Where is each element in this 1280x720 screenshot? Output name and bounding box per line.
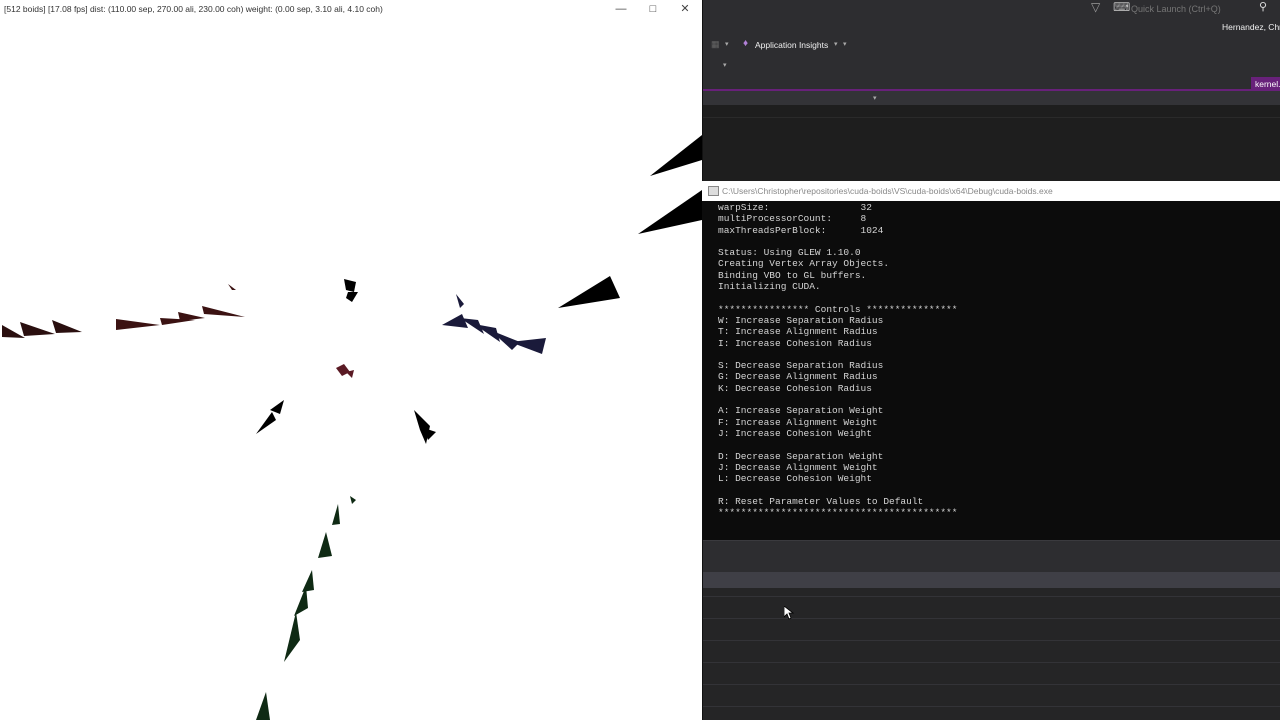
boid-flock-green	[256, 496, 356, 720]
filter-icon[interactable]: ▽	[1091, 0, 1100, 14]
console-line: F: Increase Alignment Weight	[718, 416, 878, 428]
boid	[270, 400, 284, 414]
toolbar-icon[interactable]: ▦	[711, 39, 720, 50]
user-account[interactable]: Hernandez, Chr	[1222, 22, 1280, 32]
boid	[116, 319, 160, 330]
application-insights-label[interactable]: Application Insights	[755, 40, 828, 50]
console-line: D: Decrease Separation Weight	[718, 450, 884, 462]
boid	[318, 532, 332, 558]
console-line: G: Decrease Alignment Radius	[718, 371, 878, 383]
chevron-down-icon[interactable]: ▾	[834, 40, 838, 48]
console-line: W: Increase Separation Radius	[718, 314, 884, 326]
boid	[178, 312, 205, 321]
boid	[490, 330, 520, 350]
maximize-button[interactable]: □	[638, 1, 668, 17]
notification-icon[interactable]: ⌨	[1113, 0, 1130, 14]
console-line: Binding VBO to GL buffers.	[718, 269, 867, 281]
boid	[256, 412, 276, 434]
console-line: Creating Vertex Array Objects.	[718, 258, 890, 270]
console-line: multiProcessorCount: 8	[718, 213, 867, 225]
boid	[52, 320, 82, 333]
boid	[344, 279, 356, 292]
boid-flock-center-left	[116, 284, 245, 330]
divider	[703, 596, 1280, 597]
search-icon[interactable]: ⚲	[1259, 0, 1267, 13]
boid	[558, 276, 620, 308]
divider	[703, 684, 1280, 685]
console-line: ****************************************…	[718, 507, 958, 519]
console-line: K: Decrease Cohesion Radius	[718, 382, 872, 394]
boid	[202, 306, 245, 317]
boid	[256, 692, 270, 720]
code-editor[interactable]	[703, 105, 1280, 181]
boid	[336, 364, 350, 376]
toolbar: ▦ ▾ ♦ Application Insights ▾ ▾	[703, 36, 1280, 54]
boids-window: [512 boids] [17.08 fps] dist: (110.00 se…	[0, 0, 702, 720]
boid	[456, 294, 464, 308]
console-line: maxThreadsPerBlock: 1024	[718, 224, 884, 236]
boid	[350, 496, 356, 504]
boid	[284, 612, 300, 662]
boid-cluster-top	[344, 279, 358, 302]
chevron-down-icon[interactable]: ▾	[723, 61, 727, 69]
console-line: R: Reset Parameter Values to Default	[718, 495, 924, 507]
close-button[interactable]: ✕	[670, 1, 700, 17]
minimize-button[interactable]: —	[606, 1, 636, 17]
console-line: warpSize: 32	[718, 202, 872, 213]
console-line: J: Decrease Alignment Weight	[718, 461, 878, 473]
boid	[302, 570, 314, 592]
console-line: Status: Using GLEW 1.10.0	[718, 247, 861, 259]
boid	[20, 322, 55, 336]
console-line: **************** Controls **************…	[718, 303, 958, 315]
boid-flock-left	[2, 320, 82, 338]
console-app-icon	[708, 186, 719, 196]
divider	[703, 706, 1280, 707]
lightbulb-icon: ♦	[743, 38, 749, 49]
console-line: L: Decrease Cohesion Weight	[718, 473, 872, 485]
boid	[332, 504, 340, 525]
boid	[346, 292, 358, 302]
quick-launch-input[interactable]	[1129, 2, 1263, 16]
boid	[638, 190, 702, 234]
editor-divider	[703, 117, 1280, 118]
console-line: A: Increase Separation Weight	[718, 405, 884, 417]
console-output: warpSize: 32 multiProcessorCount: 8 maxThr…	[718, 202, 1278, 518]
chevron-down-icon[interactable]: ▾	[725, 40, 729, 48]
toolbar-overflow-icon[interactable]: ▾	[843, 40, 847, 48]
boids-titlebar[interactable]: [512 boids] [17.08 fps] dist: (110.00 se…	[0, 0, 702, 18]
boid	[442, 314, 468, 328]
divider	[703, 662, 1280, 663]
boids-canvas[interactable]	[0, 18, 702, 720]
console-line: I: Increase Cohesion Radius	[718, 337, 872, 349]
mouse-cursor-icon	[784, 606, 794, 620]
boid-cluster-center	[336, 364, 354, 378]
boid	[650, 135, 702, 176]
console-line: S: Decrease Separation Radius	[718, 360, 884, 372]
chevron-down-icon[interactable]: ▾	[873, 94, 877, 102]
navigation-bar: ▾	[703, 91, 1280, 105]
console-line: T: Increase Alignment Radius	[718, 326, 878, 338]
ide-panel	[703, 540, 1280, 573]
console-line: J: Increase Cohesion Weight	[718, 427, 872, 439]
console-window[interactable]: C:\Users\Christopher\repositories\cuda-b…	[702, 181, 1280, 540]
boids-window-title: [512 boids] [17.08 fps] dist: (110.00 se…	[4, 4, 383, 14]
ide-panel-header	[703, 572, 1280, 588]
boid-large-right	[558, 135, 702, 308]
divider	[703, 640, 1280, 641]
console-window-title: C:\Users\Christopher\repositories\cuda-b…	[722, 186, 1053, 196]
console-line: Initializing CUDA.	[718, 281, 821, 293]
boid	[414, 410, 430, 444]
boid-cluster-mid-left	[256, 400, 436, 444]
console-titlebar[interactable]: C:\Users\Christopher\repositories\cuda-b…	[702, 181, 1280, 201]
boid-flock-blue	[442, 294, 546, 354]
boid	[228, 284, 236, 290]
